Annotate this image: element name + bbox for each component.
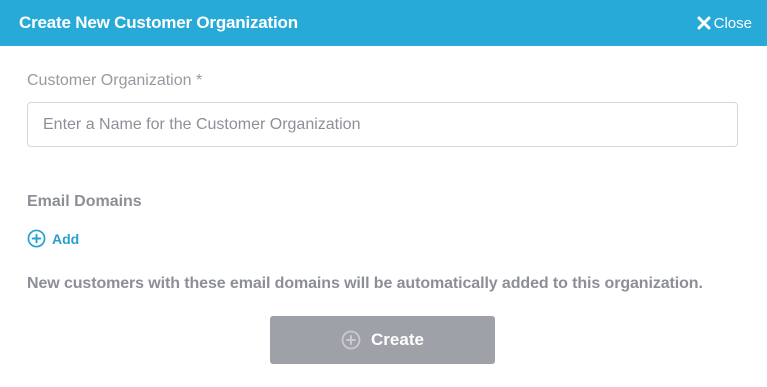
modal-header: Create New Customer Organization Close <box>0 0 767 46</box>
plus-circle-icon <box>27 229 46 248</box>
create-label: Create <box>371 330 424 349</box>
organization-name-input[interactable] <box>27 102 738 147</box>
add-domain-label: Add <box>52 230 80 247</box>
email-domains-label: Email Domains <box>27 193 142 210</box>
email-domains-help-text: New customers with these email domains w… <box>27 275 703 292</box>
create-button[interactable]: Create <box>270 316 495 364</box>
modal-title: Create New Customer Organization <box>19 13 298 32</box>
plus-circle-icon <box>341 330 361 350</box>
close-label: Close <box>713 14 752 32</box>
close-icon <box>697 16 711 30</box>
organization-label: Customer Organization * <box>27 72 203 89</box>
add-domain-button[interactable]: Add <box>27 229 79 248</box>
create-organization-modal: Create New Customer Organization Close C… <box>0 0 767 387</box>
close-button[interactable]: Close <box>697 15 752 32</box>
